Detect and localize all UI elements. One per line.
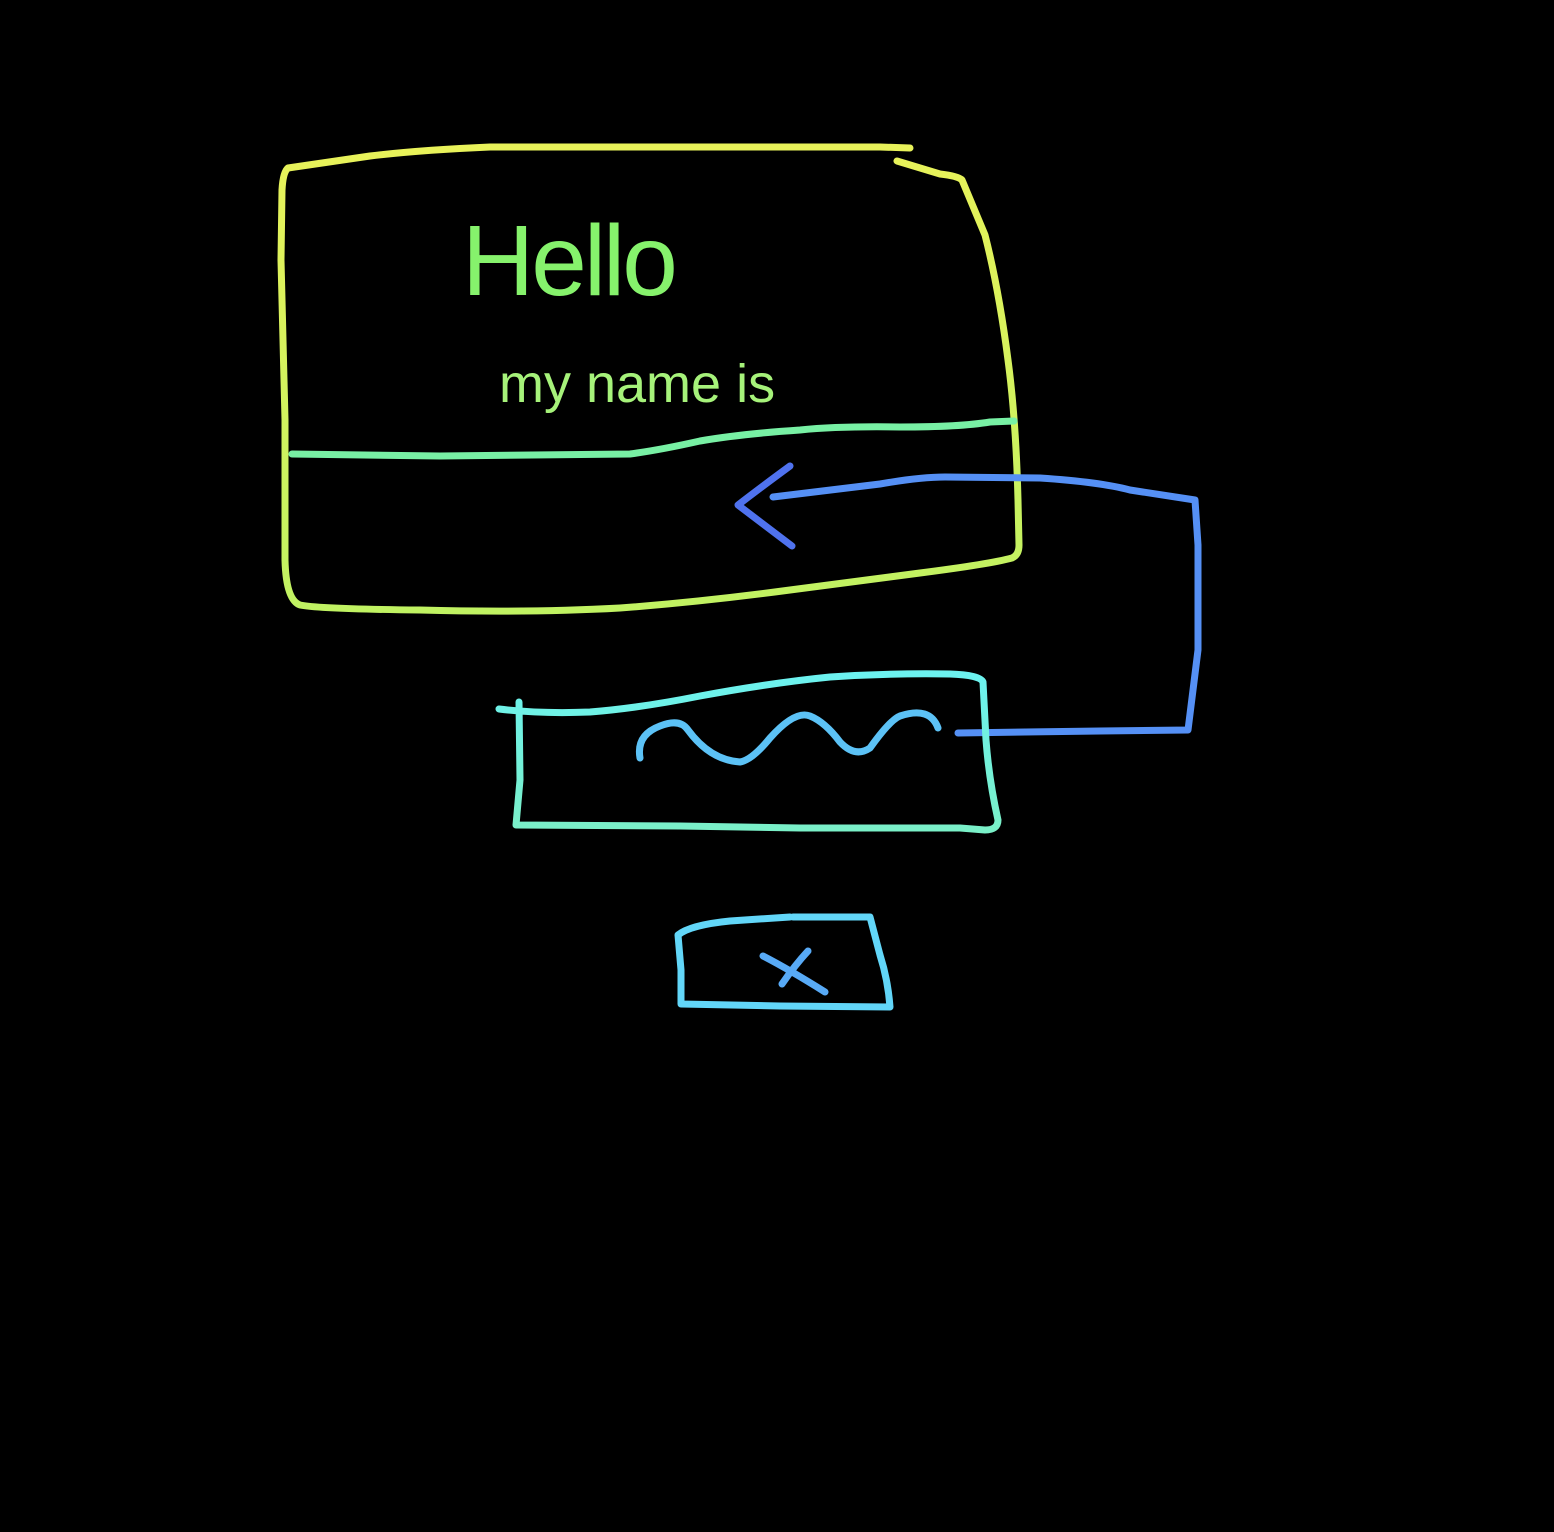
input-box-frame[interactable] [495,670,1002,834]
close-icon[interactable] [759,947,829,996]
placeholder-scribble [635,709,942,766]
subheading-text: my name is [499,354,775,414]
divider-line [288,417,1018,460]
arrow-left-icon[interactable] [734,462,796,550]
close-button-frame[interactable] [674,913,894,1011]
wireframe-sketch: Hello my name is [277,143,1202,1011]
heading-text: Hello [462,205,675,317]
close-button[interactable] [674,913,894,1011]
